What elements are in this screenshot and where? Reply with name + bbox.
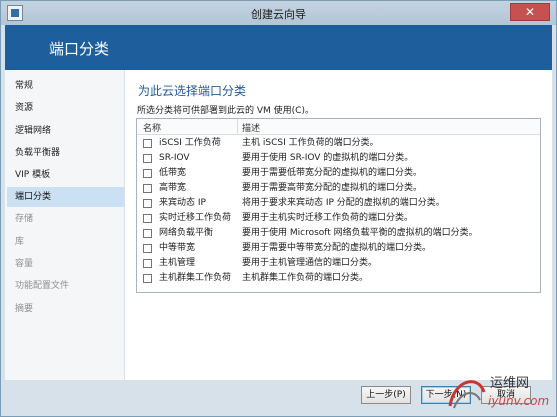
row-checkbox[interactable]: [143, 169, 152, 178]
row-name: 网络负载平衡: [159, 228, 214, 238]
title-bar[interactable]: 创建云向导 ✕: [1, 1, 556, 25]
nav-item-load-balancers[interactable]: 负载平衡器: [5, 143, 124, 163]
row-description: 要用于需要中等带宽分配的虚拟机的端口分类。: [242, 243, 432, 253]
row-checkbox[interactable]: [143, 139, 152, 148]
nav-item-storage: 存储: [15, 214, 34, 224]
row-name: 实时迁移工作负荷: [159, 213, 232, 223]
nav-item-summary: 摘要: [15, 304, 34, 314]
watermark-swirl-icon: [448, 380, 486, 409]
row-checkbox[interactable]: [143, 214, 152, 223]
nav-item-library: 库: [15, 237, 25, 247]
row-name: SR-IOV: [159, 153, 190, 163]
table-row[interactable]: 主机群集工作负荷 主机群集工作负荷的端口分类。: [137, 271, 540, 286]
table-row[interactable]: 实时迁移工作负荷 要用于主机实时迁移工作负荷的端口分类。: [137, 211, 540, 226]
watermark-cn: 运维网: [490, 376, 530, 391]
row-description: 将用于要求来宾动态 IP 分配的虚拟机的端口分类。: [242, 198, 445, 208]
wizard-window: 创建云向导 ✕ 端口分类 常规 资源 逻辑网络 负载平衡器 VIP 模板 端口分…: [0, 0, 557, 417]
row-description: 要用于使用 SR-IOV 的虚拟机的端口分类。: [242, 153, 414, 163]
nav-item-capability-profiles: 功能配置文件: [15, 281, 70, 291]
wizard-nav: 常规 资源 逻辑网络 负载平衡器 VIP 模板 端口分类 存储 库 容量 功能配…: [5, 70, 124, 380]
row-checkbox[interactable]: [143, 199, 152, 208]
row-checkbox[interactable]: [143, 274, 152, 283]
table-row[interactable]: 来宾动态 IP 将用于要求来宾动态 IP 分配的虚拟机的端口分类。: [137, 196, 540, 211]
nav-item-vip-templates[interactable]: VIP 模板: [5, 165, 124, 185]
table-row[interactable]: SR-IOV 要用于使用 SR-IOV 的虚拟机的端口分类。: [137, 151, 540, 166]
table-row[interactable]: 网络负载平衡 要用于使用 Microsoft 网络负载平衡的虚拟机的端口分类。: [137, 226, 540, 241]
port-classification-table: 名称 描述 iSCSI 工作负荷 主机 iSCSI 工作负荷的端口分类。 SR-…: [136, 118, 541, 293]
previous-button[interactable]: 上一步(P): [361, 386, 411, 404]
table-row[interactable]: 中等带宽 要用于需要中等带宽分配的虚拟机的端口分类。: [137, 241, 540, 256]
row-checkbox[interactable]: [143, 229, 152, 238]
nav-item-logical-networks[interactable]: 逻辑网络: [5, 121, 124, 141]
nav-item-resources[interactable]: 资源: [5, 98, 124, 118]
nav-item-port-classifications[interactable]: 端口分类: [7, 187, 124, 207]
row-description: 要用于主机实时迁移工作负荷的端口分类。: [242, 213, 414, 223]
table-row[interactable]: 高带宽 要用于需要高带宽分配的虚拟机的端口分类。: [137, 181, 540, 196]
row-description: 要用于需要低带宽分配的虚拟机的端口分类。: [242, 168, 423, 178]
content-panel: 为此云选择端口分类 所选分类将可供部署到此云的 VM 使用(C)。 名称 描述 …: [125, 70, 552, 380]
instruction-text: 所选分类将可供部署到此云的 VM 使用(C)。: [137, 106, 314, 116]
row-description: 要用于使用 Microsoft 网络负载平衡的虚拟机的端口分类。: [242, 228, 478, 238]
row-checkbox[interactable]: [143, 244, 152, 253]
close-icon[interactable]: ✕: [510, 3, 550, 21]
column-header-name[interactable]: 名称: [143, 121, 161, 134]
column-header-description[interactable]: 描述: [242, 121, 260, 134]
row-checkbox[interactable]: [143, 154, 152, 163]
row-name: 高带宽: [159, 183, 187, 193]
row-name: iSCSI 工作负荷: [159, 138, 221, 148]
row-name: 主机管理: [159, 258, 196, 268]
row-name: 低带宽: [159, 168, 187, 178]
watermark-en: iyunv.com: [488, 394, 550, 408]
row-description: 主机群集工作负荷的端口分类。: [242, 273, 369, 283]
page-title: 端口分类: [49, 40, 110, 58]
row-name: 来宾动态 IP: [159, 198, 206, 208]
section-title: 为此云选择端口分类: [138, 84, 247, 98]
table-row[interactable]: 主机管理 要用于主机管理通信的端口分类。: [137, 256, 540, 271]
table-header: 名称 描述: [137, 119, 540, 135]
row-name: 主机群集工作负荷: [159, 273, 232, 283]
row-name: 中等带宽: [159, 243, 196, 253]
row-description: 主机 iSCSI 工作负荷的端口分类。: [242, 138, 379, 148]
row-checkbox[interactable]: [143, 184, 152, 193]
watermark-logo: 运维网 iyunv.com: [444, 370, 554, 414]
nav-item-capacity: 容量: [15, 259, 34, 269]
row-description: 要用于主机管理通信的端口分类。: [242, 258, 378, 268]
window-title: 创建云向导: [251, 8, 306, 21]
row-description: 要用于需要高带宽分配的虚拟机的端口分类。: [242, 183, 423, 193]
column-divider[interactable]: [237, 119, 238, 135]
table-row[interactable]: 低带宽 要用于需要低带宽分配的虚拟机的端口分类。: [137, 166, 540, 181]
table-row[interactable]: iSCSI 工作负荷 主机 iSCSI 工作负荷的端口分类。: [137, 136, 540, 151]
nav-item-general[interactable]: 常规: [5, 76, 124, 96]
wizard-header: 端口分类: [5, 25, 552, 70]
row-checkbox[interactable]: [143, 259, 152, 268]
